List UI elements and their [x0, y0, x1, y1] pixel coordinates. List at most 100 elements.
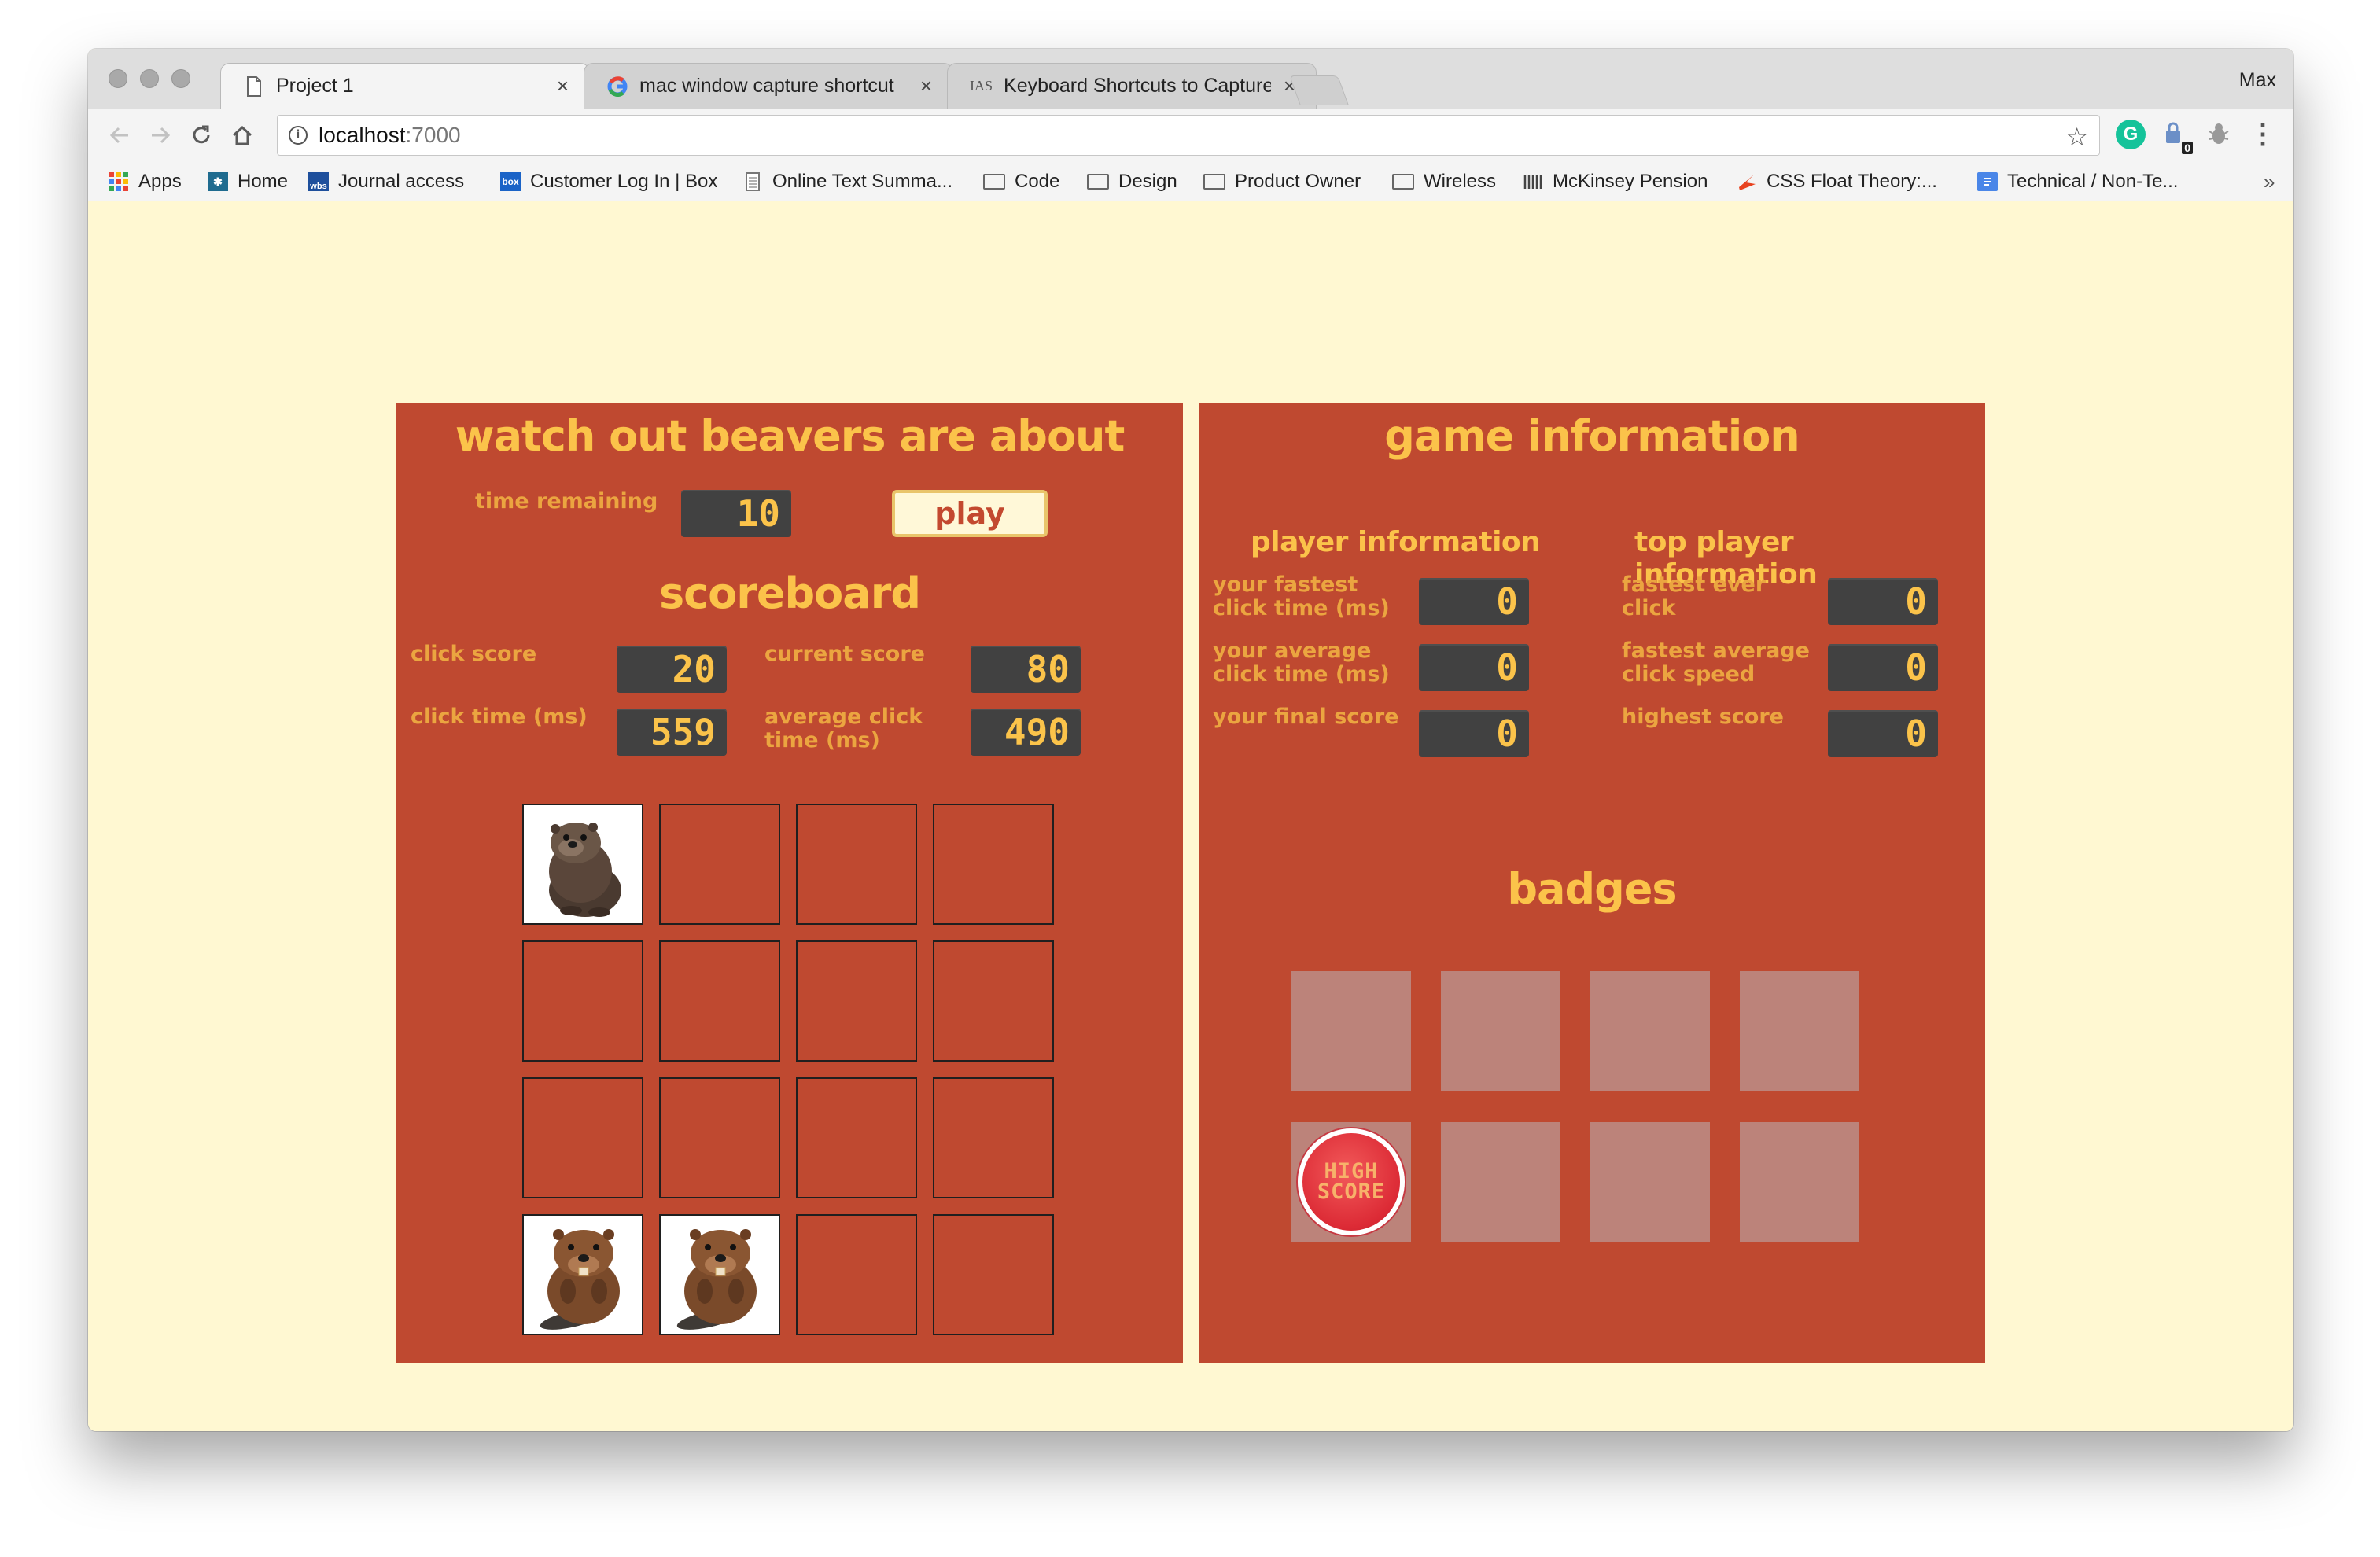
box-icon: box — [500, 172, 521, 191]
grid-hole[interactable] — [796, 1077, 917, 1198]
bookmark-journal-access[interactable]: wbs Journal access — [308, 170, 464, 193]
player-info-title: player information — [1251, 526, 1541, 558]
bookmark-label: Code — [1015, 171, 1060, 192]
tab-google-search[interactable]: mac window capture shortcut × — [584, 63, 953, 109]
grid-hole[interactable] — [933, 804, 1054, 925]
more-bookmarks-button[interactable]: » — [2264, 170, 2275, 193]
otter-icon — [549, 823, 621, 917]
bookmark-mckinsey-pension[interactable]: McKinsey Pension — [1523, 170, 1708, 193]
grid-hole[interactable] — [933, 940, 1054, 1062]
folder-icon — [1203, 174, 1225, 190]
bookmark-star-icon[interactable]: ☆ — [2065, 122, 2088, 152]
bug-extension-icon[interactable] — [2204, 120, 2234, 149]
browser-window: Project 1 × mac window capture shortcut … — [88, 49, 2293, 1431]
highest-score-label: highest score — [1622, 705, 1784, 729]
bookmark-label: Wireless — [1424, 171, 1497, 192]
game-panel: watch out beavers are about time remaini… — [396, 403, 1183, 1363]
tab-title: Keyboard Shortcuts to Capture — [1004, 75, 1271, 97]
grid-hole[interactable] — [659, 804, 780, 925]
grid-hole[interactable] — [659, 940, 780, 1062]
empty-badge-slot — [1590, 971, 1710, 1091]
mckinsey-icon — [1523, 172, 1543, 191]
bookmark-folder-wireless[interactable]: Wireless — [1392, 170, 1496, 193]
page-icon — [243, 75, 265, 98]
fastest-average-value: 0 — [1828, 644, 1938, 691]
bookmark-css-float[interactable]: CSS Float Theory:... — [1737, 170, 1937, 193]
current-score-label: current score — [764, 642, 925, 666]
folder-icon — [1392, 174, 1414, 190]
play-button[interactable]: play — [892, 490, 1048, 537]
empty-badge-slot — [1740, 1122, 1859, 1242]
empty-badge-slot — [1291, 971, 1411, 1091]
bookmark-label: McKinsey Pension — [1553, 171, 1708, 192]
beaver-icon — [540, 1229, 620, 1330]
empty-badge-slot — [1441, 1122, 1560, 1242]
close-window-button[interactable] — [109, 69, 127, 88]
fastest-ever-value: 0 — [1828, 578, 1938, 625]
beaver-icon — [676, 1229, 757, 1330]
fastest-ever-label: fastest ever click — [1622, 572, 1767, 620]
bookmark-technical[interactable]: Technical / Non-Te... — [1977, 170, 2178, 193]
tab-keyboard-shortcuts[interactable]: IAS Keyboard Shortcuts to Capture × — [947, 63, 1317, 109]
average-click-label: average click time (ms) — [764, 705, 923, 753]
grid-hole[interactable] — [796, 804, 917, 925]
folder-icon — [1087, 174, 1109, 190]
bookmark-folder-product-owner[interactable]: Product Owner — [1203, 170, 1361, 193]
grammarly-icon[interactable]: G — [2116, 120, 2146, 149]
click-score-value: 20 — [617, 646, 727, 693]
new-tab-button[interactable] — [1289, 75, 1349, 105]
highest-score-value: 0 — [1828, 710, 1938, 757]
empty-badge-slot — [1740, 971, 1859, 1091]
badges-title: badges — [1507, 864, 1677, 914]
bookmark-apps[interactable]: Apps — [109, 170, 182, 193]
page-content: watch out beavers are about time remaini… — [88, 202, 2293, 1431]
current-score-value: 80 — [971, 646, 1081, 693]
grid-hole[interactable] — [522, 940, 643, 1062]
back-button[interactable] — [104, 120, 135, 151]
tab-title: Project 1 — [276, 75, 354, 97]
beaver-hole[interactable] — [522, 1214, 643, 1335]
bookmark-home[interactable]: ✱ Home — [208, 170, 288, 193]
home-button[interactable] — [227, 120, 258, 151]
bookmark-folder-code[interactable]: Code — [983, 170, 1059, 193]
bookmark-label: Customer Log In | Box — [530, 171, 718, 192]
forward-button[interactable] — [145, 120, 176, 151]
info-panel: game information player information top … — [1199, 403, 1985, 1363]
bookmark-online-text[interactable]: Online Text Summa... — [742, 170, 952, 193]
reload-button[interactable] — [186, 120, 217, 151]
bookmark-folder-design[interactable]: Design — [1087, 170, 1177, 193]
bookmark-label: Apps — [138, 171, 182, 192]
menu-kebab-icon[interactable]: ⋮ — [2248, 120, 2278, 149]
reload-icon — [193, 125, 210, 144]
time-remaining-label: time remaining — [475, 489, 658, 513]
badge-area: HIGH SCORE — [1291, 971, 1889, 1242]
grid-hole[interactable] — [522, 1077, 643, 1198]
bookmark-label: Technical / Non-Te... — [2007, 171, 2179, 192]
title-bar: Project 1 × mac window capture shortcut … — [88, 49, 2293, 109]
time-remaining-value: 10 — [681, 490, 791, 537]
profile-name[interactable]: Max — [2239, 69, 2276, 92]
grid-hole[interactable] — [796, 940, 917, 1062]
average-click-value: 0 — [1419, 644, 1529, 691]
grid-hole[interactable] — [933, 1214, 1054, 1335]
grid-hole[interactable] — [659, 1077, 780, 1198]
otter-hole[interactable] — [522, 804, 643, 925]
address-bar[interactable]: i localhost:7000 ☆ — [277, 115, 2100, 156]
game-title: watch out beavers are about — [455, 411, 1126, 461]
bookmark-label: Online Text Summa... — [772, 171, 952, 192]
beaver-hole[interactable] — [659, 1214, 780, 1335]
info-icon[interactable]: i — [289, 126, 308, 145]
close-icon[interactable]: × — [557, 74, 569, 98]
fastest-average-label: fastest average click speed — [1622, 639, 1810, 686]
tab-project-1[interactable]: Project 1 × — [220, 63, 590, 109]
click-score-label: click score — [411, 642, 537, 666]
zoom-window-button[interactable] — [171, 69, 190, 88]
home-bookmark-icon: ✱ — [208, 172, 228, 191]
bookmark-label: Home — [238, 171, 289, 192]
bookmark-box[interactable]: box Customer Log In | Box — [500, 170, 717, 193]
grid-hole[interactable] — [796, 1214, 917, 1335]
grid-hole[interactable] — [933, 1077, 1054, 1198]
extension-lock-icon[interactable]: 0 — [2160, 120, 2193, 154]
close-icon[interactable]: × — [920, 74, 932, 98]
minimize-window-button[interactable] — [140, 69, 159, 88]
